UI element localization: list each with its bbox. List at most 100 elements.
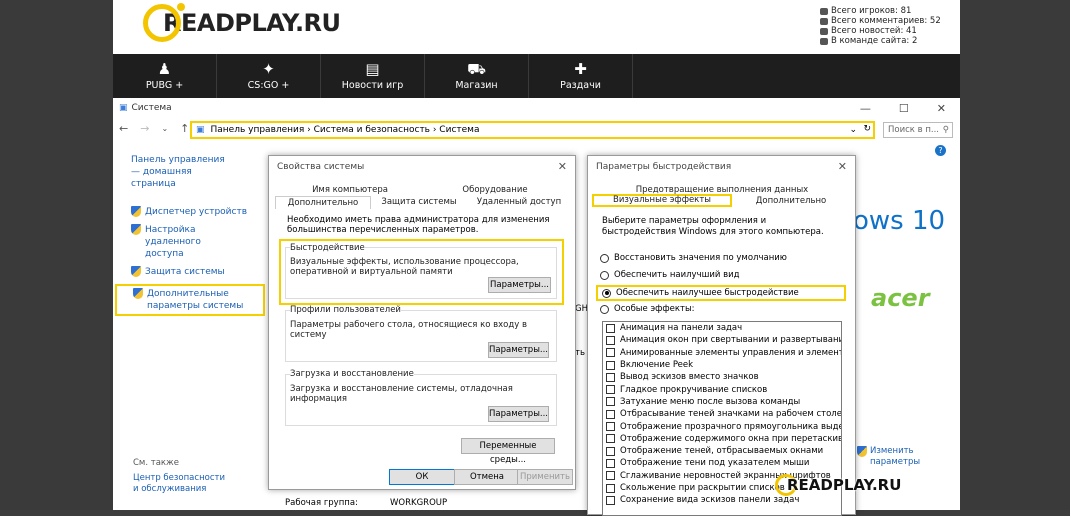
dropdown-icon[interactable]: ⌄ — [161, 124, 168, 135]
checkbox[interactable] — [606, 495, 615, 505]
env-vars-button[interactable]: Переменные среды... — [461, 438, 555, 465]
performance-params-button[interactable]: Параметры... — [488, 277, 551, 293]
close-button[interactable]: ✕ — [937, 102, 946, 115]
sidebar-item-advanced[interactable]: Дополнительные параметры системы — [115, 284, 265, 316]
address-dropdown-icon[interactable]: ⌄ — [849, 125, 857, 135]
startup-desc: Загрузка и восстановление системы, отлад… — [290, 384, 513, 404]
shield-icon — [857, 446, 867, 457]
security-center-link[interactable]: Центр безопасности и обслуживания — [133, 473, 233, 495]
checkbox[interactable] — [606, 335, 615, 345]
nav-news[interactable]: ▤ Новости игр — [321, 54, 425, 98]
shield-icon — [133, 288, 143, 299]
up-icon[interactable]: ↑ — [180, 122, 189, 135]
tab-visual-effects[interactable]: Визуальные эффекты — [592, 194, 732, 207]
sidebar-item-protection[interactable]: Защита системы — [131, 266, 271, 278]
sidebar-item-remote[interactable]: Настройка удаленного доступа — [131, 224, 271, 260]
sidebar-item-devices[interactable]: Диспетчер устройств — [131, 206, 271, 218]
tab-advanced[interactable]: Дополнительно — [275, 196, 371, 209]
perf-desc: Выберите параметры оформления и быстроде… — [602, 216, 824, 237]
list-item[interactable]: Отбрасывание теней значками на рабочем с… — [603, 408, 841, 420]
list-item[interactable]: Отображение содержимого окна при перетас… — [603, 433, 841, 445]
stat-team: В команде сайта: 2 — [820, 36, 941, 46]
perf-tabs: Предотвращение выполнения данных Визуаль… — [592, 184, 852, 208]
tab-protection[interactable]: Защита системы — [371, 196, 467, 208]
checkbox[interactable] — [606, 385, 615, 395]
nav-pubg[interactable]: ♟ PUBG + — [113, 54, 217, 98]
sidebar-home-link[interactable]: Панель управления — домашняя страница — [131, 154, 231, 190]
checkbox[interactable] — [606, 348, 615, 358]
windows10-logo: ows 10 — [853, 206, 946, 236]
apply-button[interactable]: Применить — [517, 469, 573, 485]
ok-button[interactable]: ОК — [389, 469, 455, 485]
radio-best-performance[interactable]: Обеспечить наилучшее быстродействие — [596, 285, 846, 301]
list-item[interactable]: Отображение теней, отбрасываемых окнами — [603, 445, 841, 457]
nav-csgo[interactable]: ✦ CS:GO + — [217, 54, 321, 98]
address-bar[interactable]: ▣ Панель управления › Система и безопасно… — [190, 121, 875, 139]
radio-custom[interactable]: Особые эффекты: — [600, 304, 695, 314]
checkbox[interactable] — [606, 372, 615, 382]
checkbox[interactable] — [606, 483, 615, 493]
checkbox[interactable] — [606, 323, 615, 333]
stat-news: Всего новостей: 41 — [820, 26, 941, 36]
search-icon: ⚲ — [942, 125, 949, 135]
maximize-button[interactable]: ☐ — [899, 102, 909, 115]
performance-desc: Визуальные эффекты, использование процес… — [290, 257, 519, 277]
checkbox[interactable] — [606, 409, 615, 419]
checkbox[interactable] — [606, 360, 615, 370]
stat-players: Всего игроков: 81 — [820, 6, 941, 16]
close-icon[interactable]: ✕ — [838, 160, 847, 173]
back-icon[interactable]: ← — [119, 122, 128, 135]
radio-best-look[interactable]: Обеспечить наилучший вид — [600, 270, 740, 280]
help-icon[interactable]: ? — [935, 145, 946, 156]
checkbox[interactable] — [606, 458, 615, 468]
list-item[interactable]: Сохранение вида эскизов панели задач — [603, 494, 841, 506]
sysprops-tabs: Имя компьютера Оборудование Дополнительн… — [275, 184, 571, 210]
startup-params-button[interactable]: Параметры... — [488, 406, 549, 422]
checkbox[interactable] — [606, 471, 615, 481]
checkbox[interactable] — [606, 397, 615, 407]
list-item[interactable]: Анимированные элементы управления и элем… — [603, 347, 841, 359]
checkbox[interactable] — [606, 422, 615, 432]
checkbox[interactable] — [606, 434, 615, 444]
checkbox[interactable] — [606, 446, 615, 456]
cancel-button[interactable]: Отмена — [454, 469, 520, 485]
tab-perf-advanced[interactable]: Дополнительно — [732, 195, 850, 207]
logo-ring-icon — [143, 3, 185, 42]
site-logo[interactable]: READPLAY.RU — [143, 3, 341, 42]
profiles-params-button[interactable]: Параметры... — [488, 342, 549, 358]
change-params-link[interactable]: Изменить параметры — [857, 446, 926, 468]
refresh-icon[interactable]: ↻ — [863, 124, 871, 134]
watermark-text: READPLAY.RU — [787, 476, 902, 494]
tab-hardware[interactable]: Оборудование — [425, 184, 565, 196]
close-icon[interactable]: ✕ — [558, 160, 567, 173]
shield-icon — [131, 266, 141, 277]
list-item[interactable]: Вывод эскизов вместо значков — [603, 371, 841, 383]
shield-icon — [131, 206, 141, 217]
list-item[interactable]: Отображение прозрачного прямоугольника в… — [603, 420, 841, 432]
computer-icon: ▣ — [119, 103, 128, 113]
nav-shop[interactable]: ⛟ Магазин — [425, 54, 529, 98]
tab-computer-name[interactable]: Имя компьютера — [285, 184, 415, 196]
forward-icon[interactable]: → — [140, 122, 149, 135]
control-panel-icon: ▣ — [196, 125, 205, 135]
radio-circle — [600, 270, 609, 280]
lock-icon — [820, 37, 828, 45]
nav-giveaways[interactable]: ✚ Раздачи — [529, 54, 633, 98]
news-icon — [820, 27, 828, 35]
search-input[interactable]: Поиск в п... ⚲ — [883, 122, 953, 138]
radio-circle — [602, 288, 611, 298]
list-item[interactable]: Отображение тени под указателем мыши — [603, 457, 841, 469]
list-item[interactable]: Гладкое прокручивание списков — [603, 383, 841, 395]
window-title: Система — [131, 103, 172, 113]
radio-default[interactable]: Восстановить значения по умолчанию — [600, 253, 787, 263]
list-item[interactable]: Анимация окон при свертывании и разверты… — [603, 334, 841, 346]
list-item[interactable]: Затухание меню после вызова команды — [603, 396, 841, 408]
window-controls: — ☐ ✕ — [860, 102, 946, 115]
performance-title: Быстродействие — [290, 243, 365, 253]
see-also-label: См. также — [133, 458, 179, 468]
list-item[interactable]: Включение Peek — [603, 359, 841, 371]
list-item[interactable]: Анимация на панели задач — [603, 322, 841, 334]
site-stats: Всего игроков: 81 Всего комментариев: 52… — [820, 6, 941, 46]
minimize-button[interactable]: — — [860, 102, 871, 115]
tab-remote[interactable]: Удаленный доступ — [469, 196, 569, 208]
